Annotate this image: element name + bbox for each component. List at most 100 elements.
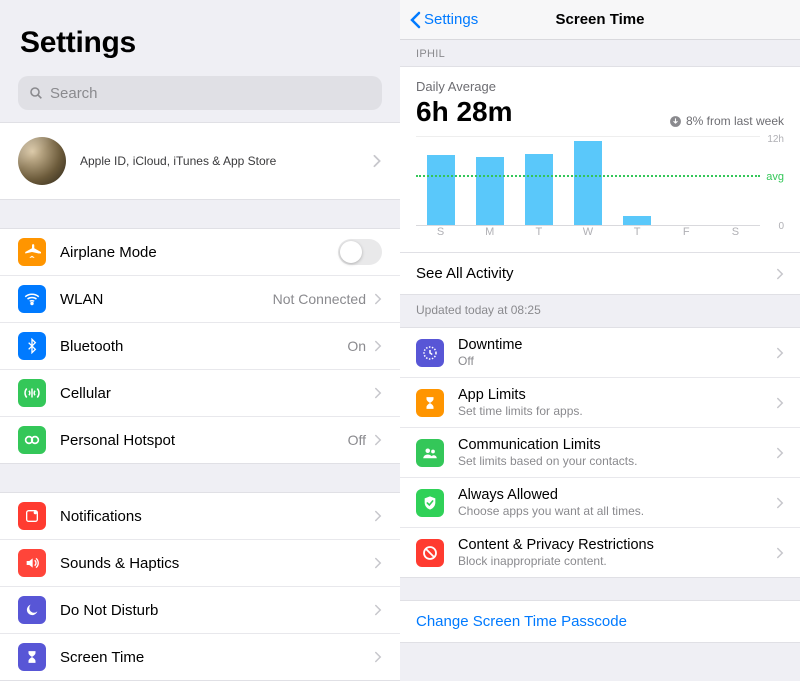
apple-id-subtitle: Apple ID, iCloud, iTunes & App Store	[80, 154, 372, 168]
row-bluetooth[interactable]: Bluetooth On	[0, 323, 400, 370]
bluetooth-icon	[18, 332, 46, 360]
item-title: Downtime	[458, 337, 776, 353]
search-icon	[28, 85, 44, 101]
device-header: IPHIL	[400, 40, 800, 66]
chevron-right-icon	[374, 293, 382, 305]
chevron-right-icon	[374, 557, 382, 569]
delta-badge: 8% from last week	[669, 114, 784, 128]
apple-id-row[interactable]: Apple ID, iCloud, iTunes & App Store	[0, 122, 400, 200]
chevron-right-icon	[776, 497, 784, 509]
row-label: Notifications	[60, 508, 374, 525]
search-field[interactable]	[18, 76, 382, 110]
chevron-right-icon	[776, 547, 784, 559]
row-personal-hotspot[interactable]: Personal Hotspot Off	[0, 417, 400, 464]
airplane-switch[interactable]	[338, 239, 382, 265]
back-label: Settings	[424, 11, 478, 28]
row-notifications[interactable]: Notifications	[0, 492, 400, 540]
page-title: Settings	[20, 26, 380, 60]
chevron-left-icon	[408, 11, 422, 29]
chart-bar	[574, 141, 602, 227]
cellular-icon	[18, 379, 46, 407]
change-passcode-button[interactable]: Change Screen Time Passcode	[400, 600, 800, 643]
settings-group-notifications: Notifications Sounds & Haptics Do Not Di…	[0, 492, 400, 681]
settings-header: Settings	[0, 0, 400, 68]
daily-average-label: Daily Average	[416, 79, 513, 94]
chevron-right-icon	[776, 397, 784, 409]
item-sub: Block inappropriate content.	[458, 554, 776, 568]
row-value: Off	[348, 432, 366, 448]
navbar: Settings Screen Time	[400, 0, 800, 40]
row-label: Cellular	[60, 385, 374, 402]
daily-average-card: Daily Average 6h 28m 8% from last week 1…	[400, 66, 800, 253]
x-tick: T	[613, 226, 662, 246]
item-sub: Choose apps you want at all times.	[458, 504, 776, 518]
row-always-allowed[interactable]: Always Allowed Choose apps you want at a…	[400, 478, 800, 528]
row-downtime[interactable]: Downtime Off	[400, 327, 800, 378]
back-button[interactable]: Settings	[408, 0, 478, 39]
check-shield-icon	[416, 489, 444, 517]
row-dnd[interactable]: Do Not Disturb	[0, 587, 400, 634]
chevron-right-icon	[374, 651, 382, 663]
item-title: Content & Privacy Restrictions	[458, 537, 776, 553]
x-tick: M	[465, 226, 514, 246]
row-label: Airplane Mode	[60, 244, 338, 261]
chevron-right-icon	[374, 510, 382, 522]
moon-icon	[18, 596, 46, 624]
wifi-icon	[18, 285, 46, 313]
hourglass-icon	[18, 643, 46, 671]
item-title: Communication Limits	[458, 437, 776, 453]
row-label: Bluetooth	[60, 338, 347, 355]
arrow-down-circle-icon	[669, 115, 682, 128]
change-passcode-label: Change Screen Time Passcode	[416, 613, 627, 630]
y-max-label: 12h	[767, 134, 784, 145]
chevron-right-icon	[374, 387, 382, 399]
item-sub: Set limits based on your contacts.	[458, 454, 776, 468]
chevron-right-icon	[374, 340, 382, 352]
row-content-restrictions[interactable]: Content & Privacy Restrictions Block ina…	[400, 528, 800, 578]
row-screen-time[interactable]: Screen Time	[0, 634, 400, 681]
settings-pane: Settings Apple ID, iCloud, iTunes & App …	[0, 0, 400, 681]
x-tick: W	[563, 226, 612, 246]
downtime-icon	[416, 339, 444, 367]
avatar	[18, 137, 66, 185]
row-sounds[interactable]: Sounds & Haptics	[0, 540, 400, 587]
search-input[interactable]	[50, 85, 372, 102]
hotspot-icon	[18, 426, 46, 454]
row-label: WLAN	[60, 291, 273, 308]
see-all-activity-row[interactable]: See All Activity	[400, 253, 800, 295]
chevron-right-icon	[776, 268, 784, 280]
row-communication-limits[interactable]: Communication Limits Set limits based on…	[400, 428, 800, 478]
chart-bar	[427, 155, 455, 226]
row-label: Personal Hotspot	[60, 432, 348, 449]
item-sub: Off	[458, 354, 776, 368]
chevron-right-icon	[372, 154, 382, 168]
nav-title: Screen Time	[556, 11, 645, 28]
row-value: On	[347, 338, 366, 354]
avg-label: avg	[766, 171, 784, 183]
row-value: Not Connected	[273, 291, 366, 307]
row-app-limits[interactable]: App Limits Set time limits for apps.	[400, 378, 800, 428]
item-title: Always Allowed	[458, 487, 776, 503]
no-entry-icon	[416, 539, 444, 567]
delta-text: 8% from last week	[686, 114, 784, 128]
row-label: Sounds & Haptics	[60, 555, 374, 572]
x-tick: T	[514, 226, 563, 246]
row-cellular[interactable]: Cellular	[0, 370, 400, 417]
chevron-right-icon	[374, 604, 382, 616]
x-tick: S	[711, 226, 760, 246]
chevron-right-icon	[374, 434, 382, 446]
see-all-label: See All Activity	[416, 265, 514, 282]
row-airplane-mode[interactable]: Airplane Mode	[0, 228, 400, 276]
chart-bar	[476, 157, 504, 226]
row-wlan[interactable]: WLAN Not Connected	[0, 276, 400, 323]
x-tick: F	[662, 226, 711, 246]
hourglass-icon	[416, 389, 444, 417]
y-min-label: 0	[778, 221, 784, 232]
screen-time-pane: Settings Screen Time IPHIL Daily Average…	[400, 0, 800, 681]
people-icon	[416, 439, 444, 467]
chart-bar	[525, 154, 553, 226]
item-title: App Limits	[458, 387, 776, 403]
chevron-right-icon	[776, 447, 784, 459]
notifications-icon	[18, 502, 46, 530]
chevron-right-icon	[776, 347, 784, 359]
